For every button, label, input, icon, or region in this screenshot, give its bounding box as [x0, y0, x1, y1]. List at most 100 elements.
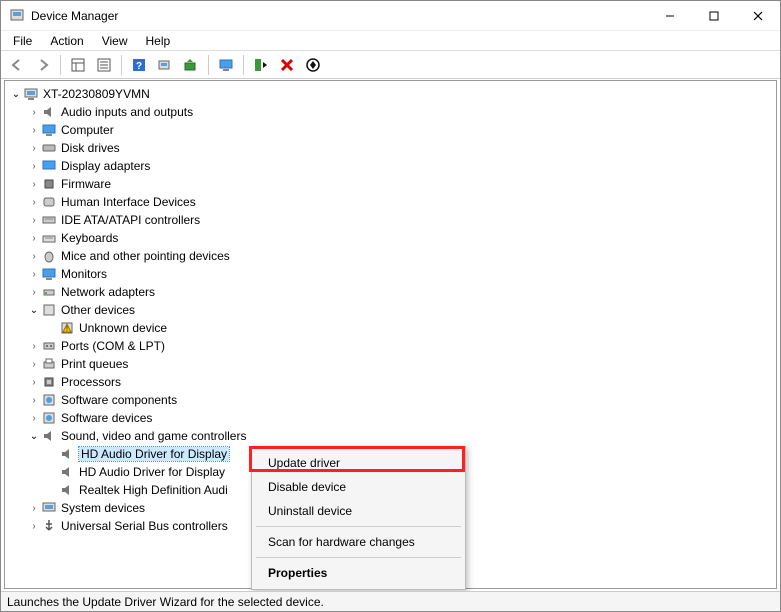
- tree-cat-other[interactable]: ⌄ Other devices: [9, 301, 776, 319]
- speaker-icon: [41, 428, 57, 444]
- expand-icon[interactable]: ›: [27, 413, 41, 424]
- disable-device-button[interactable]: [301, 54, 325, 76]
- ctx-update-driver[interactable]: Update driver: [254, 451, 463, 475]
- other-devices-icon: [41, 302, 57, 318]
- tree-cat-computer[interactable]: › Computer: [9, 121, 776, 139]
- software-icon: [41, 392, 57, 408]
- expand-icon[interactable]: ›: [27, 197, 41, 208]
- expand-icon[interactable]: ›: [27, 107, 41, 118]
- ctx-uninstall-device[interactable]: Uninstall device: [254, 499, 463, 523]
- uninstall-device-button[interactable]: [275, 54, 299, 76]
- expand-icon[interactable]: ›: [27, 395, 41, 406]
- tree-label: Disk drives: [61, 141, 120, 155]
- hid-icon: [41, 194, 57, 210]
- tree-cat-firmware[interactable]: › Firmware: [9, 175, 776, 193]
- tree-cat-ide[interactable]: ›IDE ATA/ATAPI controllers: [9, 211, 776, 229]
- network-icon: [41, 284, 57, 300]
- update-driver-button[interactable]: [179, 54, 203, 76]
- tree-item-unknown-device[interactable]: !Unknown device: [9, 319, 776, 337]
- forward-button[interactable]: [31, 54, 55, 76]
- tree-label: Computer: [61, 123, 114, 137]
- enable-device-button[interactable]: [249, 54, 273, 76]
- tree-root[interactable]: ⌄ XT-20230809YVMN: [9, 85, 776, 103]
- status-bar: Launches the Update Driver Wizard for th…: [1, 591, 780, 611]
- properties-button[interactable]: [92, 54, 116, 76]
- toolbar-separator: [243, 55, 244, 75]
- monitor-icon: [41, 122, 57, 138]
- help-button[interactable]: ?: [127, 54, 151, 76]
- expand-icon[interactable]: ›: [27, 233, 41, 244]
- tree-cat-keyboard[interactable]: › Keyboards: [9, 229, 776, 247]
- system-icon: [41, 500, 57, 516]
- context-menu: Update driver Disable device Uninstall d…: [251, 446, 466, 590]
- expand-icon[interactable]: ›: [27, 503, 41, 514]
- expand-icon[interactable]: ⌄: [9, 89, 23, 100]
- warning-icon: !: [59, 320, 75, 336]
- svg-text:?: ?: [136, 61, 142, 72]
- expand-icon[interactable]: ›: [27, 269, 41, 280]
- menu-action[interactable]: Action: [42, 32, 91, 50]
- expand-icon[interactable]: ›: [27, 179, 41, 190]
- tree-cat-display[interactable]: ›Display adapters: [9, 157, 776, 175]
- close-button[interactable]: [736, 1, 780, 31]
- tree-label: Audio inputs and outputs: [61, 105, 193, 119]
- speaker-icon: [59, 464, 75, 480]
- minimize-button[interactable]: [648, 1, 692, 31]
- tree-cat-sound[interactable]: ⌄Sound, video and game controllers: [9, 427, 776, 445]
- status-text: Launches the Update Driver Wizard for th…: [7, 595, 324, 609]
- expand-icon[interactable]: ›: [27, 125, 41, 136]
- scan-hardware-button[interactable]: [153, 54, 177, 76]
- tree-cat-audio[interactable]: › Audio inputs and outputs: [9, 103, 776, 121]
- show-hide-tree-button[interactable]: [66, 54, 90, 76]
- toolbar-separator: [121, 55, 122, 75]
- expand-icon[interactable]: ›: [27, 143, 41, 154]
- computer-icon-button[interactable]: [214, 54, 238, 76]
- tree-label: Firmware: [61, 177, 111, 191]
- expand-icon[interactable]: ›: [27, 359, 41, 370]
- keyboard-icon: [41, 230, 57, 246]
- software-icon: [41, 410, 57, 426]
- menu-help[interactable]: Help: [138, 32, 179, 50]
- tree-cat-network[interactable]: ›Network adapters: [9, 283, 776, 301]
- tree-label: Keyboards: [61, 231, 118, 245]
- cpu-icon: [41, 374, 57, 390]
- tree-label: HD Audio Driver for Display: [79, 447, 229, 461]
- port-icon: [41, 338, 57, 354]
- computer-icon: [23, 86, 39, 102]
- tree-cat-disk[interactable]: › Disk drives: [9, 139, 776, 157]
- tree-cat-swcomp[interactable]: ›Software components: [9, 391, 776, 409]
- tree-cat-cpu[interactable]: ›Processors: [9, 373, 776, 391]
- ctx-scan-hardware[interactable]: Scan for hardware changes: [254, 530, 463, 554]
- tree-cat-monitors[interactable]: ›Monitors: [9, 265, 776, 283]
- toolbar: ?: [1, 51, 780, 79]
- menu-view[interactable]: View: [94, 32, 136, 50]
- expand-icon[interactable]: ›: [27, 521, 41, 532]
- tree-label: Realtek High Definition Audi: [79, 483, 228, 497]
- chip-icon: [41, 176, 57, 192]
- tree-cat-printq[interactable]: ›Print queues: [9, 355, 776, 373]
- tree-cat-hid[interactable]: ›Human Interface Devices: [9, 193, 776, 211]
- ctx-properties[interactable]: Properties: [254, 561, 463, 585]
- back-button[interactable]: [5, 54, 29, 76]
- tree-cat-ports[interactable]: ›Ports (COM & LPT): [9, 337, 776, 355]
- collapse-icon[interactable]: ⌄: [27, 431, 41, 442]
- expand-icon[interactable]: ›: [27, 161, 41, 172]
- expand-icon[interactable]: ›: [27, 377, 41, 388]
- expand-icon[interactable]: ›: [27, 251, 41, 262]
- tree-cat-mouse[interactable]: ›Mice and other pointing devices: [9, 247, 776, 265]
- collapse-icon[interactable]: ⌄: [27, 305, 41, 316]
- menu-file[interactable]: File: [5, 32, 40, 50]
- ctx-disable-device[interactable]: Disable device: [254, 475, 463, 499]
- expand-icon[interactable]: ›: [27, 287, 41, 298]
- disk-icon: [41, 140, 57, 156]
- tree-label: Other devices: [61, 303, 135, 317]
- expand-icon[interactable]: ›: [27, 341, 41, 352]
- maximize-button[interactable]: [692, 1, 736, 31]
- controller-icon: [41, 212, 57, 228]
- tree-cat-swdev[interactable]: › Software devices: [9, 409, 776, 427]
- monitor-icon: [41, 266, 57, 282]
- speaker-icon: [59, 446, 75, 462]
- expand-icon[interactable]: ›: [27, 215, 41, 226]
- tree-label: Software devices: [61, 411, 152, 425]
- toolbar-separator: [208, 55, 209, 75]
